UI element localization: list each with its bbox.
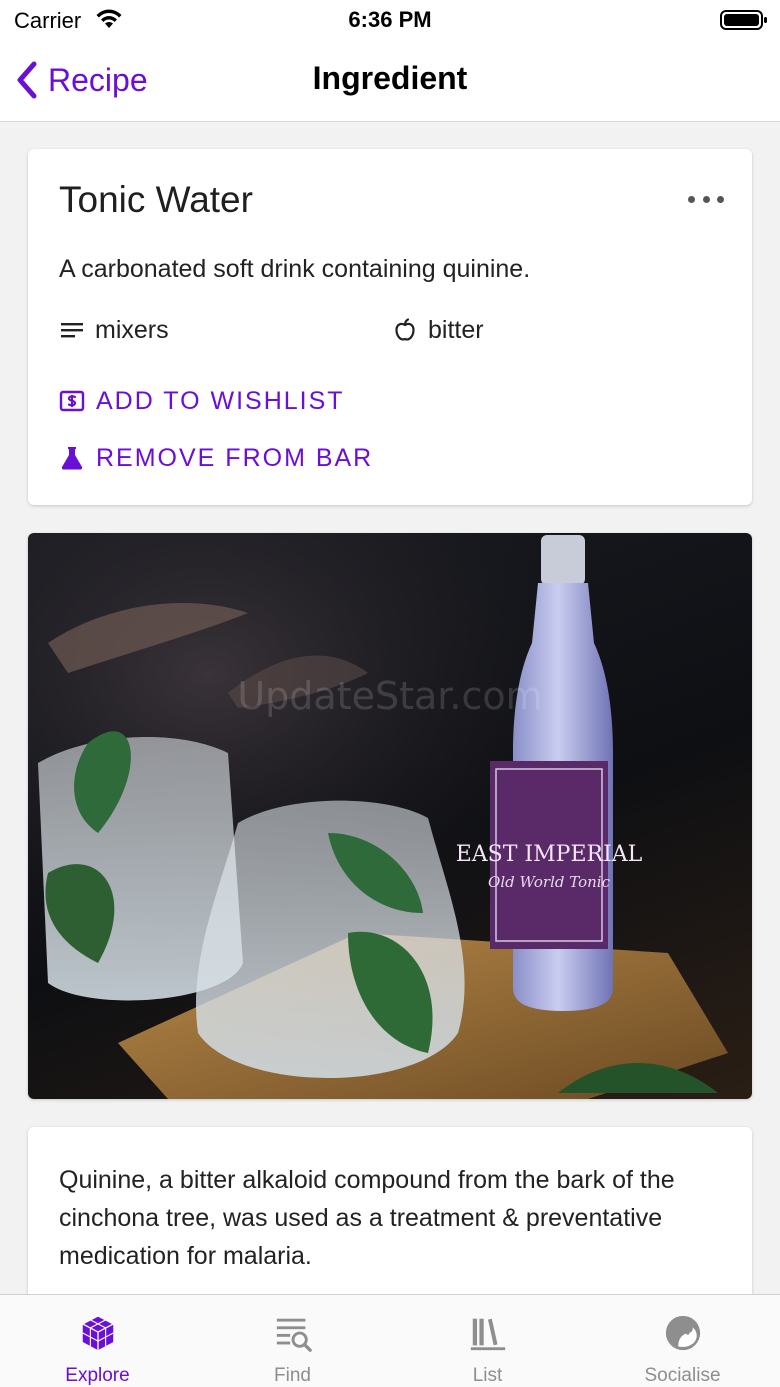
more-dot-icon [688,195,695,203]
tab-socialise[interactable]: Socialise [585,1295,780,1387]
apple-icon [395,318,415,341]
money-icon [59,390,85,412]
flavor-tag: bitter [392,313,484,347]
tab-find[interactable]: Find [195,1295,390,1387]
flask-icon [61,447,83,470]
tab-explore[interactable]: Explore [0,1295,195,1387]
chat-bubble-icon [665,1315,700,1351]
status-time: 6:36 PM [348,7,432,32]
remove-from-bar-button[interactable]: REMOVE FROM BAR [59,438,373,478]
battery-icon [720,10,767,30]
category-label: mixers [95,315,169,344]
svg-text:Old World Tonic: Old World Tonic [488,873,611,891]
lines-icon [61,323,83,338]
ingredient-card: Tonic Water A carbonated soft drink cont… [28,149,752,505]
tab-label: Explore [65,1365,130,1386]
remove-from-bar-label: REMOVE FROM BAR [96,443,374,472]
more-dot-icon [717,195,724,203]
tab-list[interactable]: List [390,1295,585,1387]
flavor-label: bitter [428,315,484,344]
category-tag: mixers [59,313,169,347]
navigation-bar: Recipe Ingredient [0,40,780,122]
photo-watermark: UpdateStar.com [237,674,542,718]
ingredient-description: A carbonated soft drink containing quini… [59,255,531,283]
more-options-button[interactable] [688,189,724,209]
page-title: Ingredient [312,60,468,96]
search-list-icon [276,1318,312,1352]
more-dot-icon [702,195,710,203]
add-to-wishlist-button[interactable]: ADD TO WISHLIST [59,381,345,421]
tab-label: List [472,1365,503,1386]
svg-text:EAST IMPERIAL: EAST IMPERIAL [456,842,643,867]
tab-label: Socialise [644,1365,721,1386]
cube-icon [80,1315,115,1351]
add-to-wishlist-label: ADD TO WISHLIST [96,386,345,415]
ingredient-photo: EAST IMPERIAL Old World Tonic UpdateStar… [28,533,752,1099]
tonic-water-photo: EAST IMPERIAL Old World Tonic UpdateStar… [28,533,752,1099]
ingredient-name: Tonic Water [59,179,253,220]
library-icon [470,1318,505,1351]
ingredient-fact: Quinine, a bitter alkaloid compound from… [59,1166,675,1270]
tab-bar: Explore Find List Socialise [0,1294,780,1387]
status-bar: Carrier 6:36 PM [0,0,780,40]
tab-label: Find [274,1365,311,1386]
